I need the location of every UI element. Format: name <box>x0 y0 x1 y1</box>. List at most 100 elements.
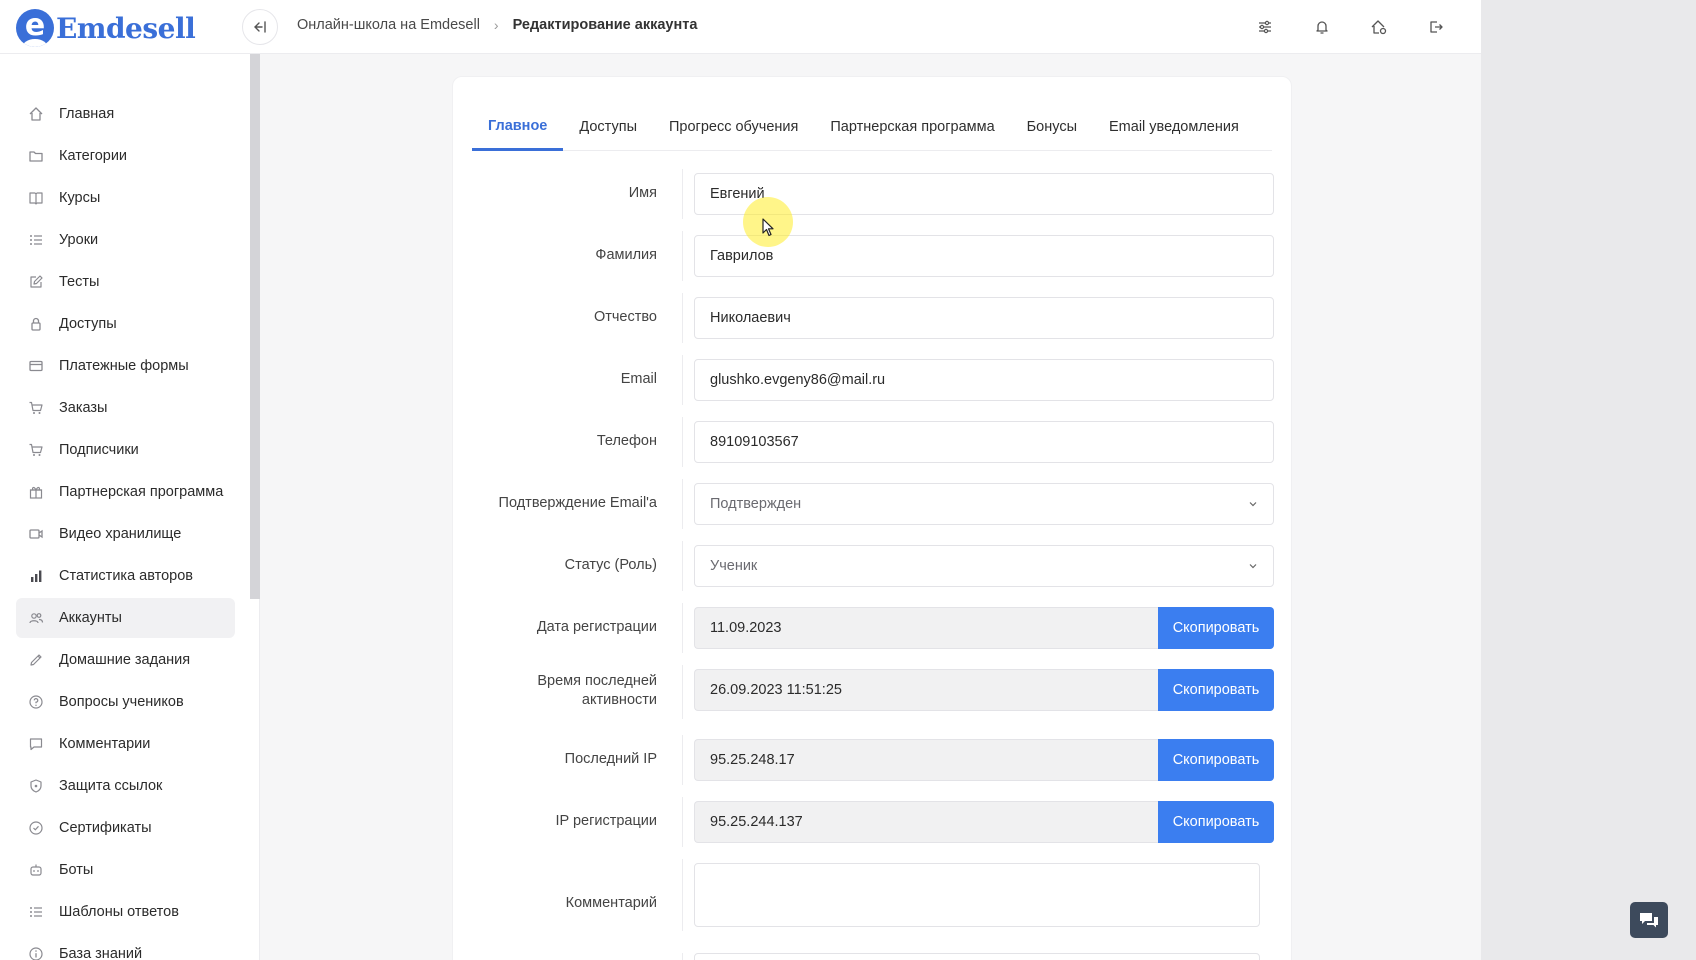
divider <box>682 231 683 281</box>
home-settings-icon[interactable] <box>1368 16 1390 38</box>
sidebar-item-label: Аккаунты <box>59 610 122 626</box>
sidebar-item-10[interactable]: Партнерская программа <box>16 472 235 512</box>
patronymic-input[interactable]: Николаевич <box>694 297 1274 339</box>
status-role-value: Ученик <box>710 558 758 574</box>
comment-textarea[interactable] <box>694 863 1260 927</box>
last-activity-label-line2: активности <box>581 692 657 708</box>
sidebar-item-label: Видео хранилище <box>59 526 182 542</box>
chevron-down-icon <box>1249 564 1257 569</box>
sidebar-item-4[interactable]: Уроки <box>16 220 235 260</box>
divider <box>682 541 683 591</box>
edit-square-icon <box>28 274 44 290</box>
sidebar-item-label: Партнерская программа <box>59 484 224 500</box>
sidebar-item-label: Главная <box>59 106 115 122</box>
chat-bubbles-icon <box>1640 913 1658 928</box>
page-scrollbar[interactable] <box>1684 0 1694 960</box>
sidebar-item-9[interactable]: Подписчики <box>16 430 235 470</box>
tab-5[interactable]: Бонусы <box>1011 103 1093 151</box>
sidebar-item-label: Платежные формы <box>59 358 189 374</box>
email-confirmation-select[interactable]: Подтвержден <box>694 483 1274 525</box>
sidebar-item-11[interactable]: Видео хранилище <box>16 514 235 554</box>
video-icon <box>28 526 44 542</box>
sidebar-item-label: Боты <box>59 862 94 878</box>
breadcrumb-separator: › <box>493 17 499 33</box>
last-name-label: Фамилия <box>595 247 657 263</box>
last-name-input[interactable]: Гаврилов <box>694 235 1274 277</box>
sidebar-item-label: Шаблоны ответов <box>59 904 179 920</box>
info-circle-icon <box>28 946 44 960</box>
last-ip-field: 95.25.248.17 <box>694 739 1158 781</box>
sidebar-item-label: Защита ссылок <box>59 778 163 794</box>
tabs: Главное Доступы Прогресс обучения Партнерск… <box>472 103 1272 151</box>
first-name-input[interactable]: Евгений <box>694 173 1274 215</box>
logo[interactable]: e Emdesell <box>16 8 196 48</box>
copy-registration-date-button[interactable]: Скопировать <box>1158 607 1274 649</box>
sidebar-item-21[interactable]: База знаний <box>16 934 235 960</box>
sidebar-item-7[interactable]: Платежные формы <box>16 346 235 386</box>
divider <box>682 169 683 219</box>
sidebar-item-13[interactable]: Аккаунты <box>16 598 235 638</box>
sidebar-item-15[interactable]: Вопросы учеников <box>16 682 235 722</box>
account-edit-card: Главное Доступы Прогресс обучения Партнерск… <box>452 76 1292 960</box>
sidebar-item-19[interactable]: Боты <box>16 850 235 890</box>
sidebar-item-12[interactable]: Статистика авторов <box>16 556 235 596</box>
sidebar-item-label: Тесты <box>59 274 100 290</box>
sidebar-item-label: Подписчики <box>59 442 139 458</box>
divider <box>682 797 683 847</box>
home-icon <box>28 106 44 122</box>
email-confirmation-label: Подтверждение Email'a <box>498 495 657 511</box>
sliders-icon[interactable] <box>1254 16 1276 38</box>
check-circle-icon <box>28 820 44 836</box>
next-field[interactable] <box>694 953 1260 960</box>
chevron-down-icon <box>1249 502 1257 507</box>
tab-4[interactable]: Партнерская программа <box>814 103 1010 151</box>
tab-6[interactable]: Email уведомления <box>1093 103 1255 151</box>
logout-icon[interactable] <box>1425 16 1447 38</box>
copy-last-activity-button[interactable]: Скопировать <box>1158 669 1274 711</box>
tab-2[interactable]: Доступы <box>563 103 653 151</box>
sidebar-item-3[interactable]: Курсы <box>16 178 235 218</box>
sidebar-item-17[interactable]: Защита ссылок <box>16 766 235 806</box>
credit-card-icon <box>28 358 44 374</box>
phone-input[interactable]: 89109103567 <box>694 421 1274 463</box>
sidebar-item-6[interactable]: Доступы <box>16 304 235 344</box>
sidebar-item-8[interactable]: Заказы <box>16 388 235 428</box>
sidebar-item-5[interactable]: Тесты <box>16 262 235 302</box>
copy-last-ip-button[interactable]: Скопировать <box>1158 739 1274 781</box>
list-icon <box>28 232 44 248</box>
sidebar-item-16[interactable]: Комментарии <box>16 724 235 764</box>
sidebar-item-label: База знаний <box>59 946 143 960</box>
status-role-label: Статус (Роль) <box>564 557 657 573</box>
shield-icon <box>28 778 44 794</box>
sidebar-item-20[interactable]: Шаблоны ответов <box>16 892 235 932</box>
logo-icon: e <box>16 9 54 47</box>
breadcrumb: Онлайн-школа на Emdesell › Редактировани… <box>297 17 697 33</box>
bell-icon[interactable] <box>1311 16 1333 38</box>
sidebar-item-label: Вопросы учеников <box>59 694 184 710</box>
cart-icon <box>28 400 44 416</box>
copy-registration-ip-button[interactable]: Скопировать <box>1158 801 1274 843</box>
sidebar-item-14[interactable]: Домашние задания <box>16 640 235 680</box>
last-ip-label: Последний IP <box>564 751 657 767</box>
sidebar-item-18[interactable]: Сертификаты <box>16 808 235 848</box>
phone-label: Телефон <box>596 433 657 449</box>
tab-3[interactable]: Прогресс обучения <box>653 103 814 151</box>
lock-icon <box>28 316 44 332</box>
sidebar-scrollbar[interactable] <box>250 54 260 599</box>
gift-icon <box>28 484 44 500</box>
sidebar-item-2[interactable]: Категории <box>16 136 235 176</box>
registration-ip-label: IP регистрации <box>555 813 657 829</box>
email-input[interactable]: glushko.evgeny86@mail.ru <box>694 359 1274 401</box>
collapse-sidebar-button[interactable] <box>242 9 278 45</box>
sidebar-item-label: Комментарии <box>59 736 151 752</box>
divider <box>682 953 683 960</box>
tab-1[interactable]: Главное <box>472 103 564 151</box>
sidebar-item-1[interactable]: Главная <box>16 94 235 134</box>
status-role-select[interactable]: Ученик <box>694 545 1274 587</box>
chat-widget-button[interactable] <box>1630 902 1668 938</box>
breadcrumb-parent-link[interactable]: Онлайн-школа на Emdesell <box>297 17 480 33</box>
cart-icon <box>28 442 44 458</box>
email-label: Email <box>620 371 657 387</box>
divider <box>682 859 683 931</box>
divider <box>682 355 683 405</box>
